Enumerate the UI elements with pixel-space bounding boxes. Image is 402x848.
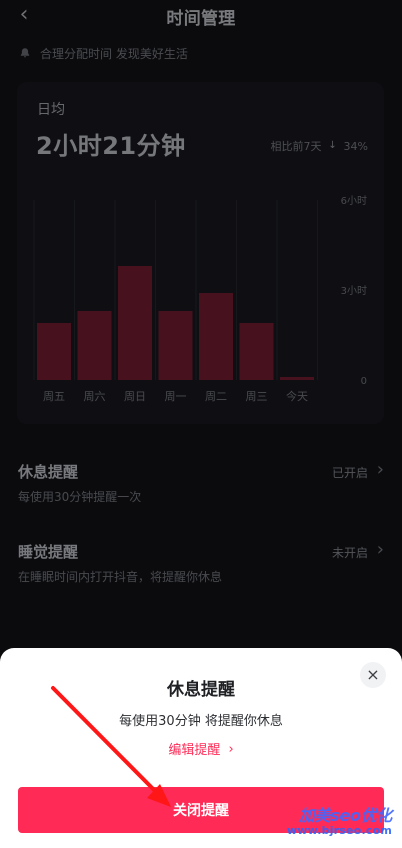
chart-bar bbox=[199, 293, 233, 380]
sheet-description: 每使用30分钟 将提醒你休息 bbox=[119, 714, 283, 729]
chart-bar bbox=[118, 266, 152, 380]
rest-reminder-description: 每使用30分钟提醒一次 bbox=[18, 490, 142, 504]
x-axis-label: 周三 bbox=[246, 390, 268, 403]
comparison-summary: 相比前7天 ↓ 34% bbox=[271, 138, 368, 154]
chevron-right-icon: › bbox=[376, 459, 384, 480]
x-axis-label: 周二 bbox=[205, 390, 227, 403]
x-axis-label: 周一 bbox=[165, 390, 187, 403]
average-value: 2小时21分钟 bbox=[36, 132, 186, 160]
x-axis-label: 今天 bbox=[286, 389, 308, 403]
edit-reminder-link[interactable]: 编辑提醒 › bbox=[0, 739, 402, 758]
edit-reminder-label: 编辑提醒 bbox=[168, 743, 221, 758]
x-axis-label: 周日 bbox=[124, 390, 146, 403]
rest-reminder-title: 休息提醒 bbox=[18, 463, 79, 481]
rest-reminder-status: 已开启 bbox=[331, 466, 368, 480]
chevron-right-icon: › bbox=[228, 742, 234, 757]
down-arrow-icon: ↓ bbox=[328, 140, 337, 151]
y-axis-label: 3小时 bbox=[341, 285, 367, 297]
x-axis-label: 周五 bbox=[43, 390, 65, 403]
rest-reminder-sheet: × 休息提醒 每使用30分钟 将提醒你休息 编辑提醒 › 关闭提醒 bbox=[0, 648, 402, 848]
sleep-reminder-description: 在睡眠时间内打开抖音，将提醒你休息 bbox=[18, 570, 223, 584]
chart-bar bbox=[239, 323, 274, 380]
sleep-reminder-status: 未开启 bbox=[331, 546, 368, 560]
y-axis-label: 6小时 bbox=[341, 195, 367, 207]
y-axis-label: 0 bbox=[361, 376, 367, 387]
sleep-reminder-title: 睡觉提醒 bbox=[18, 543, 79, 561]
daily-usage-chart: 6小时 3小时 0 周五 周六 周日 周一 周二 周三 今天 bbox=[17, 186, 384, 416]
usage-bar-chart: 6小时 3小时 0 周五 周六 周日 周一 周二 周三 今天 bbox=[33, 195, 367, 403]
tip-row: 合理分配时间 发现美好生活 bbox=[18, 44, 188, 62]
chart-bar bbox=[280, 377, 314, 380]
average-label: 日均 bbox=[37, 102, 65, 118]
chart-bar bbox=[37, 323, 71, 380]
comparison-change: 34% bbox=[343, 139, 368, 153]
turn-off-reminder-button[interactable]: 关闭提醒 bbox=[18, 787, 384, 833]
chart-bar bbox=[77, 311, 112, 380]
bell-icon bbox=[18, 46, 32, 60]
chart-bar bbox=[158, 311, 193, 380]
comparison-label: 相比前7天 bbox=[270, 140, 322, 153]
chevron-right-icon: › bbox=[376, 539, 384, 560]
top-bar: ‹ 时间管理 bbox=[0, 0, 402, 32]
tip-text: 合理分配时间 发现美好生活 bbox=[40, 46, 188, 61]
rest-reminder-setting[interactable]: 休息提醒 每使用30分钟提醒一次 已开启 › bbox=[0, 450, 402, 520]
page-title: 时间管理 bbox=[166, 9, 236, 29]
usage-stats-card: 日均 2小时21分钟 相比前7天 ↓ 34% 6小时 3小时 0 周五 周六 周日 周一 周二… bbox=[17, 82, 384, 424]
x-axis-label: 周六 bbox=[84, 390, 106, 403]
sheet-title: 休息提醒 bbox=[167, 680, 235, 700]
sleep-reminder-setting[interactable]: 睡觉提醒 在睡眠时间内打开抖音，将提醒你休息 未开启 › bbox=[0, 530, 402, 600]
time-management-screen: ‹ 时间管理 合理分配时间 发现美好生活 日均 2小时21分钟 相比前7天 ↓ … bbox=[0, 0, 402, 848]
